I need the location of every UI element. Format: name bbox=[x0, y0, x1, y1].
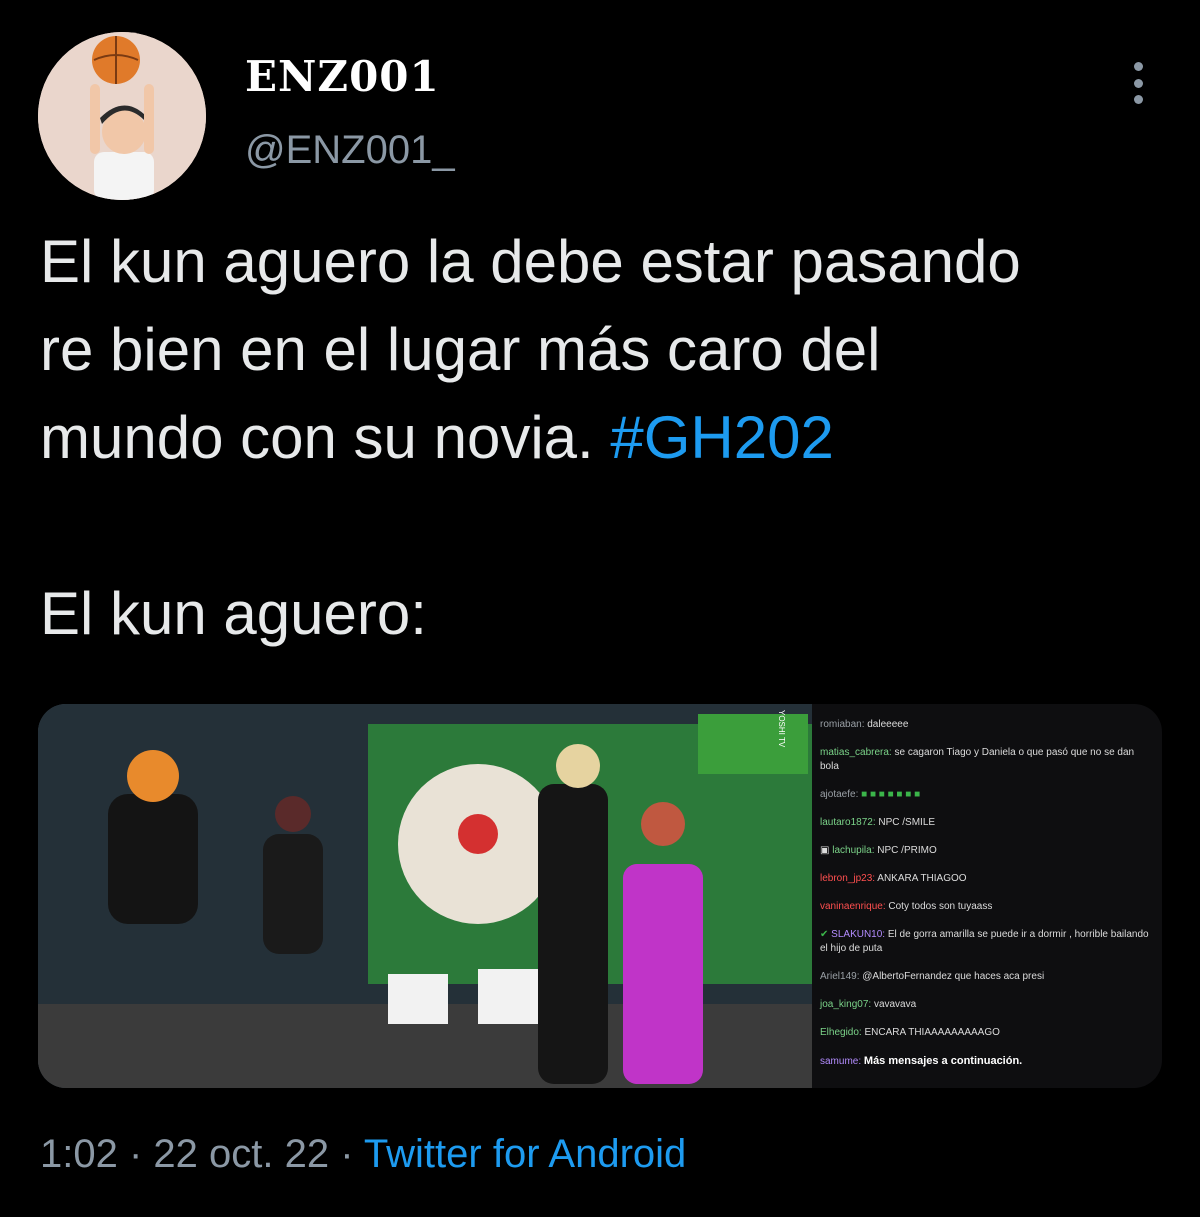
chat-more-messages: samume: Más mensajes a continuación. bbox=[820, 1054, 1154, 1069]
chat-text: NPC /SMILE bbox=[878, 817, 936, 828]
chat-username: ajotaefe: bbox=[820, 789, 859, 800]
tweet-time[interactable]: 1:02 bbox=[40, 1132, 118, 1176]
chat-emotes: ■ ■ ■ ■ ■ ■ ■ bbox=[861, 789, 921, 800]
chat-text: Coty todos son tuyaass bbox=[888, 901, 993, 912]
watermark: YOSHI TV bbox=[777, 710, 786, 748]
tweet-line: re bien en el lugar más caro del bbox=[40, 316, 881, 383]
chat-username: romiaban: bbox=[820, 719, 865, 730]
tweet-source-link[interactable]: Twitter for Android bbox=[364, 1132, 686, 1176]
hashtag-link[interactable]: #GH202 bbox=[610, 404, 833, 471]
chat-username: lautaro1872: bbox=[820, 817, 876, 828]
chat-username: SLAKUN10: bbox=[831, 929, 886, 940]
chat-message: matias_cabrera: se cagaron Tiago y Danie… bbox=[820, 746, 1154, 774]
check-badge-icon: ✔ bbox=[820, 929, 829, 940]
more-messages-notice: Más mensajes a continuación. bbox=[863, 1055, 1023, 1067]
user-handle[interactable]: @ENZ001_ bbox=[245, 128, 455, 173]
chat-username: lebron_jp23: bbox=[820, 873, 876, 884]
more-dot bbox=[1133, 95, 1143, 104]
tweet-line: El kun aguero: bbox=[40, 580, 427, 647]
chat-text: vavavava bbox=[873, 999, 917, 1010]
chat-message: Ariel149: @AlbertoFernandez que haces ac… bbox=[820, 970, 1154, 984]
chat-message: romiaban: daleeeee bbox=[820, 718, 1154, 732]
chat-message: ▣ lachupila: NPC /PRIMO bbox=[820, 844, 1154, 858]
separator: · bbox=[329, 1132, 364, 1176]
stream-video-frame bbox=[38, 704, 812, 1088]
chat-message: vaninaenrique: Coty todos son tuyaass bbox=[820, 900, 1154, 914]
chat-username: vaninaenrique: bbox=[820, 901, 886, 912]
chat-message: Elhegido: ENCARA THIAAAAAAAAAGO bbox=[820, 1026, 1154, 1040]
avatar-image bbox=[38, 32, 206, 200]
chat-text: daleeeee bbox=[867, 719, 909, 730]
chat-message: lebron_jp23: ANKARA THIAGOO bbox=[820, 872, 1154, 886]
chat-text: ENCARA THIAAAAAAAAAGO bbox=[864, 1027, 1000, 1038]
separator: · bbox=[117, 1132, 154, 1176]
chat-text: NPC /PRIMO bbox=[877, 845, 937, 856]
avatar[interactable] bbox=[38, 32, 206, 200]
tweet-date[interactable]: 22 oct. 22 bbox=[153, 1132, 329, 1176]
chat-username: Ariel149: bbox=[820, 971, 860, 982]
tweet-text: El kun aguero la debe estar pasando re b… bbox=[40, 218, 1170, 658]
chat-text: ANKARA THIAGOO bbox=[877, 873, 967, 884]
chat-message: joa_king07: vavavava bbox=[820, 998, 1154, 1012]
chat-message: ajotaefe: ■ ■ ■ ■ ■ ■ ■ bbox=[820, 788, 1154, 802]
chat-username: samume: bbox=[820, 1056, 862, 1067]
tweet-line: El kun aguero la debe estar pasando bbox=[40, 228, 1021, 295]
more-options-icon[interactable] bbox=[1128, 62, 1148, 104]
badge-icon: ▣ bbox=[820, 845, 830, 856]
media-image[interactable]: romiaban: daleeeee matias_cabrera: se ca… bbox=[38, 704, 1162, 1088]
more-dot bbox=[1133, 62, 1143, 71]
tweet-meta: 1:02 · 22 oct. 22 · Twitter for Android bbox=[40, 1132, 686, 1177]
display-name[interactable]: ENZ001 bbox=[245, 52, 440, 101]
tweet-line: mundo con su novia. #GH202 bbox=[40, 394, 1170, 482]
chat-username: lachupila: bbox=[832, 845, 875, 856]
party-scene-image bbox=[38, 704, 812, 1088]
tweet-line-text: mundo con su novia. bbox=[40, 404, 611, 471]
chat-message: ✔ SLAKUN10: El de gorra amarilla se pued… bbox=[820, 928, 1154, 956]
chat-username: matias_cabrera: bbox=[820, 747, 892, 758]
chat-username: joa_king07: bbox=[820, 999, 872, 1010]
stream-chat-panel: romiaban: daleeeee matias_cabrera: se ca… bbox=[812, 704, 1162, 1088]
more-dot bbox=[1133, 78, 1143, 88]
chat-username: Elhegido: bbox=[820, 1027, 862, 1038]
chat-message: lautaro1872: NPC /SMILE bbox=[820, 816, 1154, 830]
chat-text: @AlbertoFernandez que haces aca presi bbox=[862, 971, 1045, 982]
